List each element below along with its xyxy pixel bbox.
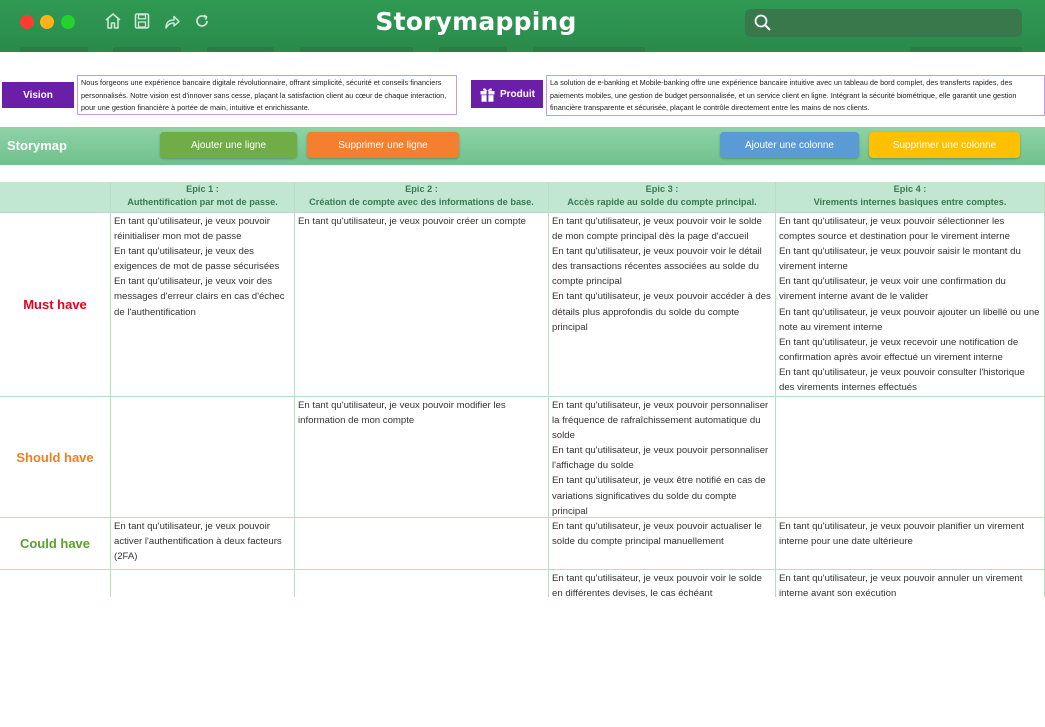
epic-title: Accès rapide au solde du compte principa… — [567, 196, 757, 207]
user-story[interactable]: En tant qu'utilisateur, je veux être not… — [552, 473, 772, 518]
story-cell[interactable] — [111, 570, 295, 597]
delete-column-button[interactable]: Supprimer une colonne — [869, 132, 1020, 158]
story-cell[interactable]: En tant qu'utilisateur, je veux pouvoir … — [295, 213, 549, 397]
add-column-button[interactable]: Ajouter une colonne — [720, 132, 859, 158]
priority-label-3: Could have — [0, 518, 111, 570]
user-story[interactable]: En tant qu'utilisateur, je veux pouvoir … — [552, 289, 772, 334]
user-story[interactable]: En tant qu'utilisateur, je veux pouvoir … — [779, 244, 1041, 274]
menu-tab[interactable] — [300, 47, 413, 52]
menu-tab[interactable] — [439, 47, 507, 52]
priority-label-1: Must have — [0, 213, 111, 397]
epic-number: Epic 1 : — [186, 184, 219, 194]
story-cell[interactable]: En tant qu'utilisateur, je veux pouvoir … — [776, 570, 1045, 597]
story-cell[interactable] — [295, 570, 549, 597]
user-story[interactable]: En tant qu'utilisateur, je veux pouvoir … — [779, 214, 1041, 244]
epic-header-1[interactable]: Epic 1 : Authentification par mot de pass… — [111, 182, 295, 213]
priority-label-4: Won’t have — [0, 570, 111, 597]
produit-label: Produit — [471, 80, 543, 108]
title-bar: Storymapping — [0, 0, 1045, 52]
user-story[interactable]: En tant qu'utilisateur, je veux voir des… — [114, 274, 291, 319]
epic-title: Virements internes basiques entre compte… — [813, 196, 1007, 207]
user-story[interactable]: En tant qu'utilisateur, je veux pouvoir … — [552, 214, 772, 244]
search-input[interactable] — [745, 9, 1022, 37]
user-story[interactable]: En tant qu'utilisateur, je veux pouvoir … — [552, 443, 772, 473]
user-story[interactable]: En tant qu'utilisateur, je veux pouvoir … — [552, 571, 772, 597]
menu-tab[interactable] — [113, 47, 181, 52]
priority-label-text: Could have — [19, 536, 91, 551]
story-cell[interactable]: En tant qu'utilisateur, je veux pouvoir … — [549, 570, 776, 597]
story-cell[interactable]: En tant qu'utilisateur, je veux pouvoir … — [776, 213, 1045, 397]
story-cell[interactable]: En tant qu'utilisateur, je veux pouvoir … — [549, 213, 776, 397]
user-story[interactable]: En tant qu'utilisateur, je veux recevoir… — [779, 335, 1041, 365]
story-cell[interactable]: En tant qu'utilisateur, je veux pouvoir … — [295, 397, 549, 518]
priority-label-2: Should have — [0, 397, 111, 518]
epic-number: Epic 4 : — [893, 184, 927, 194]
story-cell[interactable] — [295, 518, 549, 570]
user-story[interactable]: En tant qu'utilisateur, je veux pouvoir … — [779, 365, 1041, 395]
epic-number: Epic 3 : — [645, 184, 679, 194]
epic-header-2[interactable]: Epic 2 : Création de compte avec des info… — [295, 182, 549, 213]
epic-title: Création de compte avec des informations… — [309, 196, 534, 207]
menu-tab[interactable] — [207, 47, 274, 52]
menu-tab[interactable] — [533, 47, 645, 52]
delete-row-button[interactable]: Supprimer une ligne — [307, 132, 459, 158]
gift-icon — [480, 87, 495, 102]
vision-text[interactable]: Nous forgeons une expérience bancaire di… — [77, 75, 457, 115]
epic-title: Authentification par mot de passe. — [127, 196, 278, 207]
story-cell[interactable]: En tant qu'utilisateur, je veux pouvoir … — [111, 213, 295, 397]
produit-text[interactable]: La solution de e-banking et Mobile-banki… — [546, 75, 1045, 116]
storymap-grid: Epic 1 : Authentification par mot de pass… — [0, 182, 1045, 597]
user-story[interactable]: En tant qu'utilisateur, je veux pouvoir … — [298, 398, 545, 428]
user-story[interactable]: En tant qu'utilisateur, je veux pouvoir … — [552, 398, 772, 443]
user-story[interactable]: En tant qu'utilisateur, je veux pouvoir … — [114, 214, 291, 244]
storymap-title: Storymap — [7, 138, 67, 153]
user-story[interactable]: En tant qu'utilisateur, je veux voir une… — [779, 274, 1041, 304]
user-story[interactable]: En tant qu'utilisateur, je veux pouvoir … — [779, 571, 1041, 597]
story-cell[interactable]: En tant qu'utilisateur, je veux pouvoir … — [549, 397, 776, 518]
story-cell[interactable]: En tant qu'utilisateur, je veux pouvoir … — [111, 518, 295, 570]
epic-header-4[interactable]: Epic 4 : Virements internes basiques entr… — [776, 182, 1045, 213]
vision-label: Vision — [2, 82, 74, 108]
story-cell[interactable]: En tant qu'utilisateur, je veux pouvoir … — [549, 518, 776, 570]
priority-label-text: Must have — [23, 297, 87, 312]
storymap-toolbar: Storymap Ajouter une ligne Supprimer une… — [0, 127, 1045, 165]
epic-number: Epic 2 : — [405, 184, 438, 194]
menu-tab[interactable] — [20, 47, 88, 52]
story-cell[interactable]: En tant qu'utilisateur, je veux pouvoir … — [776, 518, 1045, 570]
user-story[interactable]: En tant qu'utilisateur, je veux pouvoir … — [779, 305, 1041, 335]
user-story[interactable]: En tant qu'utilisateur, je veux pouvoir … — [114, 519, 291, 564]
user-story[interactable]: En tant qu'utilisateur, je veux pouvoir … — [552, 519, 772, 549]
user-story[interactable]: En tant qu'utilisateur, je veux pouvoir … — [779, 519, 1041, 549]
search-icon — [754, 14, 771, 31]
story-cell[interactable] — [776, 397, 1045, 518]
user-story[interactable]: En tant qu'utilisateur, je veux pouvoir … — [298, 214, 545, 229]
produit-label-text: Produit — [500, 88, 535, 100]
user-story[interactable]: En tant qu'utilisateur, je veux pouvoir … — [552, 244, 772, 289]
add-row-button[interactable]: Ajouter une ligne — [160, 132, 297, 158]
user-story[interactable]: En tant qu'utilisateur, je veux des exig… — [114, 244, 291, 274]
header-corner-cell — [0, 182, 111, 213]
epic-header-3[interactable]: Epic 3 : Accès rapide au solde du compte … — [549, 182, 776, 213]
priority-label-text: Should have — [16, 449, 94, 465]
menu-tab[interactable] — [910, 47, 1022, 52]
story-cell[interactable] — [111, 397, 295, 518]
